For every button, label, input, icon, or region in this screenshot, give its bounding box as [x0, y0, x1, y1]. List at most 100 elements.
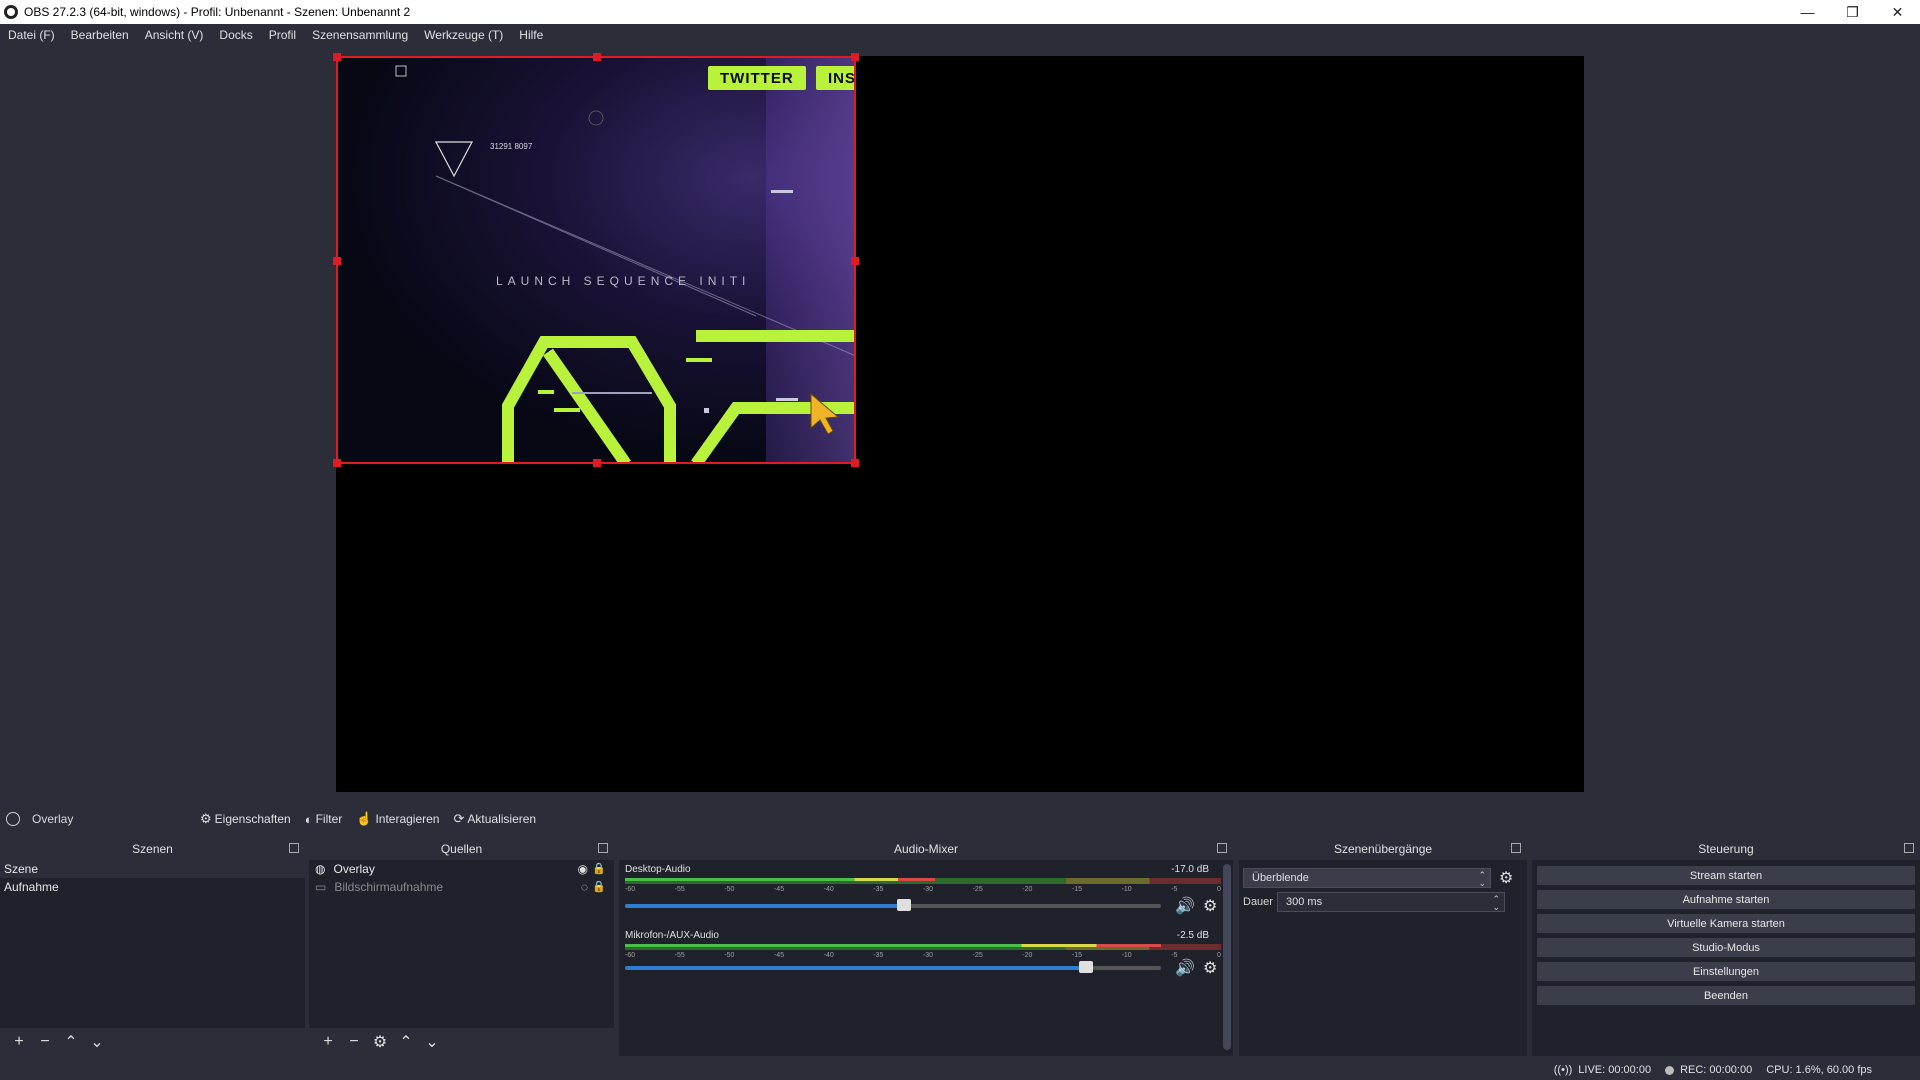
spinner-arrows-icon[interactable]: ⌃ ⌄	[1492, 895, 1500, 912]
monitor-icon: ▭	[315, 880, 327, 894]
move-down-icon[interactable]: ⌄	[84, 1032, 110, 1052]
tick-label: -35	[873, 886, 884, 893]
tick-label: -30	[922, 952, 934, 959]
scene-item[interactable]: Szene	[0, 860, 305, 878]
menu-bearbeiten[interactable]: Bearbeiten	[65, 28, 135, 42]
record-start-button[interactable]: Aufnahme starten	[1536, 889, 1916, 910]
source-item-name: Overlay	[333, 862, 375, 876]
slider-knob[interactable]	[1078, 961, 1093, 973]
preview-canvas[interactable]: TWITTER INST 31291 8097 LAUNCH SEQUENCE …	[333, 53, 1584, 792]
gear-icon[interactable]: ⚙	[1499, 868, 1513, 888]
remove-icon[interactable]: −	[341, 1033, 367, 1051]
settings-button[interactable]: Einstellungen	[1536, 961, 1916, 982]
slider-track	[625, 966, 1086, 970]
gear-icon[interactable]: ⚙	[1203, 896, 1217, 916]
menu-szenensammlung[interactable]: Szenensammlung	[306, 28, 414, 42]
refresh-button[interactable]: ⟳ Aktualisieren	[453, 811, 536, 827]
virtual-camera-button[interactable]: Virtuelle Kamera starten	[1536, 913, 1916, 934]
sources-dock: Quellen ◍ Overlay ◉ 🔒 ▭ Bildschirmaufnah…	[309, 838, 614, 1056]
maximize-button[interactable]: ❐	[1830, 0, 1875, 24]
menu-ansicht[interactable]: Ansicht (V)	[139, 28, 210, 42]
menu-werkzeuge[interactable]: Werkzeuge (T)	[418, 28, 509, 42]
close-button[interactable]: ✕	[1875, 0, 1920, 24]
channel-db: -2.5 dB	[1176, 930, 1209, 941]
eye-hidden-icon[interactable]: ◌	[581, 880, 588, 894]
interact-label: Interagieren	[375, 812, 440, 826]
exit-button[interactable]: Beenden	[1536, 985, 1916, 1006]
tick-label: -50	[724, 886, 735, 893]
menu-datei[interactable]: Datei (F)	[2, 28, 61, 42]
interact-button[interactable]: ☝ Interagieren	[356, 811, 439, 827]
transition-selected: Überblende	[1252, 872, 1309, 884]
duration-label: Dauer	[1243, 896, 1273, 908]
volume-slider[interactable]	[625, 961, 1161, 973]
menu-hilfe[interactable]: Hilfe	[513, 28, 549, 42]
scene-item[interactable]: Aufnahme	[0, 878, 305, 896]
transitions-header: Szenenübergänge	[1239, 838, 1527, 860]
channel-name: Mikrofon-/AUX-Audio	[625, 930, 719, 941]
tick-label: -30	[922, 886, 934, 893]
speaker-icon[interactable]: 🔊	[1175, 958, 1195, 978]
gear-icon: ⚙	[200, 811, 212, 826]
mixer-body: Desktop-Audio -17.0 dB -60 -55 -50 -45 -40 -3…	[619, 860, 1233, 1056]
meter-ticks: -60 -55 -50 -45 -40 -35 -30 -25 -20 -15 -10 -5 0	[625, 952, 1221, 964]
rec-time: REC: 00:00:00	[1680, 1064, 1753, 1076]
meter-fill	[625, 878, 935, 881]
properties-label: Eigenschaften	[214, 812, 291, 826]
preview-area: TWITTER INST 31291 8097 LAUNCH SEQUENCE …	[0, 46, 1920, 802]
transition-row: Überblende ⌃ ⌄ ⚙	[1243, 868, 1513, 888]
gear-icon[interactable]: ⚙	[1203, 958, 1217, 978]
lock-icon[interactable]: 🔒	[592, 880, 606, 893]
tick-label: -10	[1121, 886, 1132, 893]
source-item[interactable]: ▭ Bildschirmaufnahme ◌ 🔒	[309, 878, 614, 896]
slider-knob[interactable]	[896, 899, 911, 911]
refresh-label: Aktualisieren	[467, 812, 537, 826]
undock-icon[interactable]	[1511, 843, 1521, 853]
eye-icon[interactable]: ◉	[578, 862, 588, 876]
launch-text: LAUNCH SEQUENCE INITI	[496, 274, 751, 288]
scenes-title: Szenen	[132, 842, 173, 856]
filter-button[interactable]: ◐ Filter	[305, 812, 343, 827]
menu-docks[interactable]: Docks	[213, 28, 258, 42]
undock-icon[interactable]	[598, 843, 608, 853]
scenes-header: Szenen	[0, 838, 305, 860]
tick-label: -40	[823, 886, 834, 893]
minimize-button[interactable]: —	[1785, 0, 1830, 24]
undock-icon[interactable]	[289, 843, 299, 853]
overlay-source-preview[interactable]: TWITTER INST 31291 8097 LAUNCH SEQUENCE …	[336, 56, 856, 464]
duration-value: 300 ms	[1286, 896, 1323, 908]
tick-label: -60	[625, 952, 636, 959]
coords-text: 31291 8097	[490, 142, 533, 151]
studio-mode-button[interactable]: Studio-Modus	[1536, 937, 1916, 958]
properties-button[interactable]: ⚙ Eigenschaften	[200, 811, 291, 827]
move-up-icon[interactable]: ⌃	[58, 1032, 84, 1052]
speaker-icon[interactable]: 🔊	[1175, 896, 1195, 916]
transitions-title: Szenenübergänge	[1333, 842, 1433, 856]
current-source: Overlay	[0, 812, 200, 826]
current-source-name: Overlay	[32, 812, 74, 826]
menu-profil[interactable]: Profil	[263, 28, 302, 42]
volume-slider[interactable]	[625, 899, 1161, 911]
lock-icon[interactable]: 🔒	[592, 862, 606, 875]
add-icon[interactable]: +	[6, 1033, 32, 1051]
refresh-icon: ⟳	[453, 811, 465, 826]
stream-start-button[interactable]: Stream starten	[1536, 865, 1916, 886]
tick-label: -20	[1022, 952, 1033, 959]
duration-input[interactable]: 300 ms ⌃ ⌄	[1277, 892, 1505, 912]
gear-icon[interactable]: ⚙	[367, 1032, 393, 1052]
mixer-scrollbar[interactable]	[1223, 864, 1231, 1050]
undock-icon[interactable]	[1904, 843, 1914, 853]
slider-track	[625, 904, 904, 908]
undock-icon[interactable]	[1217, 843, 1227, 853]
move-down-icon[interactable]: ⌄	[419, 1032, 445, 1052]
audio-mixer-dock: Audio-Mixer Desktop-Audio -17.0 dB -60 -5…	[619, 838, 1233, 1056]
remove-icon[interactable]: −	[32, 1033, 58, 1051]
source-item[interactable]: ◍ Overlay ◉ 🔒	[309, 860, 614, 878]
tick-label: -45	[773, 952, 785, 959]
transition-select[interactable]: Überblende ⌃ ⌄	[1243, 868, 1491, 888]
tick-label: -35	[873, 952, 884, 959]
move-up-icon[interactable]: ⌃	[393, 1032, 419, 1052]
add-icon[interactable]: +	[315, 1033, 341, 1051]
controls-header: Steuerung	[1532, 838, 1920, 860]
cpu-status: CPU: 1.6%, 60.00 fps	[1766, 1064, 1872, 1076]
